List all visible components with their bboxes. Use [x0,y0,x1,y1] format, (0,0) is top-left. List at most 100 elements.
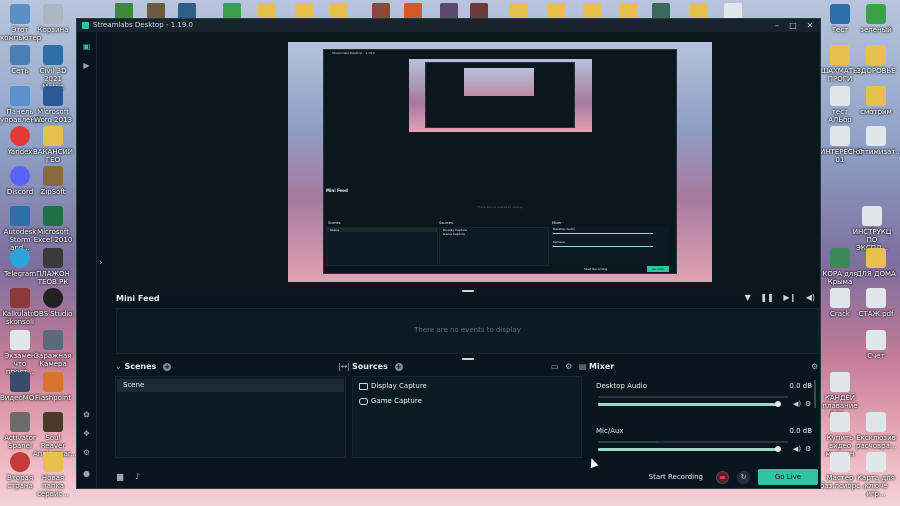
desktop-icon[interactable]: СТАЖ.pdf [856,288,896,318]
filter-icon[interactable]: ▼ [745,293,751,302]
channel-settings-icon[interactable]: ⚙ [805,445,811,453]
desktop-icon[interactable]: КОРА для Крыма [820,248,860,286]
studio-preview-area: Streamlabs Desktop - 1.19.0 Mini Feed Th… [111,32,819,294]
mixer-scrollbar[interactable] [814,380,816,408]
settings-nav-icon[interactable]: ⚙ [81,447,92,458]
nested-app-window-2 [425,62,575,128]
desktop-icon[interactable]: Мастер баз.лсиорс... [820,452,867,490]
resize-handle[interactable] [462,358,474,360]
control-panel-icon [10,86,30,106]
desktop-icon[interactable]: ШАХМАТЫ ПРОГИ [820,45,860,83]
desktop-icon[interactable]: Crack [820,288,860,318]
desktop-icon[interactable]: ZipSoft [33,166,73,196]
nested-scene: Scene [327,228,437,232]
telegram-icon [10,248,30,268]
close-button[interactable]: ✕ [803,19,817,32]
desktop-icon[interactable]: Ексклюзив расчовра... [856,412,897,450]
autodesk-icon [10,206,30,226]
volume-slider[interactable] [598,446,782,452]
chevron-right-icon[interactable]: › [99,258,103,268]
document-icon [830,372,850,392]
nested-scenes: Scenes [328,221,341,225]
replay-buffer-icon[interactable]: ↻ [737,471,750,484]
document-icon [866,330,886,350]
desktop-icon[interactable]: зеленый [856,4,896,34]
desktop-icon[interactable]: Microsoft Excel 2010 [33,206,73,244]
pause-icon[interactable]: ❚❚ [760,293,773,302]
play-nav-icon[interactable]: ▶ [81,60,92,71]
nested-source-2: Game Capture [443,232,465,236]
nested-sources-panel: Display Capture Game Capture [439,227,549,266]
document-icon [830,452,850,472]
volume-slider-knob[interactable] [775,446,782,452]
scene-transitions-icon[interactable]: |↔| [338,362,350,371]
minimize-button[interactable]: – [770,19,784,32]
nested-rec: Start Recording [584,267,608,271]
stats-icon[interactable]: ▆ [117,472,123,481]
desktop-icon[interactable]: оптимизат... [856,126,900,156]
desktop-icon[interactable]: ВАКАНСИИ ГЕО [33,126,73,164]
source-properties-icon[interactable]: ⚙ [565,362,572,371]
gamepad-icon [359,397,368,405]
source-item-game-capture[interactable]: Game Capture [359,397,422,405]
streamlabs-window: Streamlabs Desktop - 1.19.0 – □ ✕ ▣ ▶ ✿ … [76,18,821,489]
nested-empty: There are no events to display [477,205,523,209]
desktop-icon[interactable]: OBS Studio [33,288,73,318]
volume-slider-knob[interactable] [775,401,782,407]
source-group-icon[interactable]: ▭ [551,362,559,371]
source-item-display-capture[interactable]: Display Capture [359,382,427,390]
editor-nav-icon[interactable]: ▣ [81,41,92,52]
collapse-icon[interactable]: ⌄ [115,362,122,371]
desktop-icon[interactable]: Заражная Камера [33,330,73,368]
zip-icon [43,166,63,186]
desktop-icon[interactable]: смотрим [856,86,896,116]
notifications-icon[interactable]: ♪ [135,472,140,481]
sources-title: Sources [352,362,388,371]
desktop-icon[interactable]: тест АЛЬбо [820,86,860,124]
word-icon [43,86,63,106]
volume-slider[interactable] [598,401,782,407]
mixer-settings-icon[interactable]: ⚙ [811,362,818,371]
desktop-icon[interactable]: Flashpoint [33,372,73,402]
desktop-icon[interactable]: ПЛАЖОН ТЕОВ.РК [33,248,73,286]
app-icon [10,452,30,472]
desktop-icon[interactable]: Карта для ключе игр... [856,452,896,498]
excel-icon [43,206,63,226]
desktop-icon[interactable]: Корзина [33,4,73,34]
volume-slider-fill [598,448,779,451]
scenes-header: ⌄ Scenes + [115,362,172,371]
maximize-button[interactable]: □ [786,19,800,32]
desktop-icon[interactable]: ДЛЯ ДОМА [856,248,896,278]
desktop-icon[interactable]: Тест [820,4,860,34]
document-icon [10,330,30,350]
stream-preview[interactable]: Streamlabs Desktop - 1.19.0 Mini Feed Th… [288,42,712,282]
scene-item[interactable]: Scene [117,379,344,392]
speaker-icon[interactable]: ◀) [793,445,801,453]
mixer-channel-name: Desktop Audio [596,382,647,390]
mini-feed-title: Mini Feed [116,294,160,303]
desktop-icon[interactable]: Счет [856,330,896,360]
go-live-button[interactable]: Go Live [758,469,818,485]
volume-icon[interactable]: ◀) [806,293,815,302]
profile-nav-icon[interactable]: ● [81,468,92,479]
desktop-icon[interactable]: Microsoft Word 2013 [33,86,73,124]
desktop-icon[interactable]: ИНТЕРЕСНО 01 [820,126,864,164]
speaker-icon[interactable]: ◀) [793,400,801,408]
desktop-icon[interactable]: ЗДОРОВЬЕ [856,45,896,75]
record-icon[interactable] [716,471,729,484]
folder-icon [43,452,63,472]
streamlabs-logo-icon [82,22,89,29]
channel-settings-icon[interactable]: ⚙ [805,400,811,408]
desktop-icon[interactable]: Civil 3D 2021 Metric [33,45,73,91]
desktop-icon[interactable]: Новая папка сервис... [33,452,73,498]
skip-icon[interactable]: ▶❙ [783,293,796,302]
start-recording-button[interactable]: Start Recording [649,473,703,481]
sources-list: Display Capture Game Capture [352,376,582,458]
add-scene-button[interactable]: + [163,362,172,371]
integrations-nav-icon[interactable]: ❖ [81,428,92,439]
folder-add-icon[interactable]: ▤ [579,362,587,371]
desktop-icon[interactable]: ИНСТРУКЦ ПО ЭКСПЛ... [852,206,892,252]
apps-nav-icon[interactable]: ✿ [81,409,92,420]
title-bar[interactable]: Streamlabs Desktop - 1.19.0 – □ ✕ [77,19,820,32]
add-source-button[interactable]: + [394,362,403,371]
